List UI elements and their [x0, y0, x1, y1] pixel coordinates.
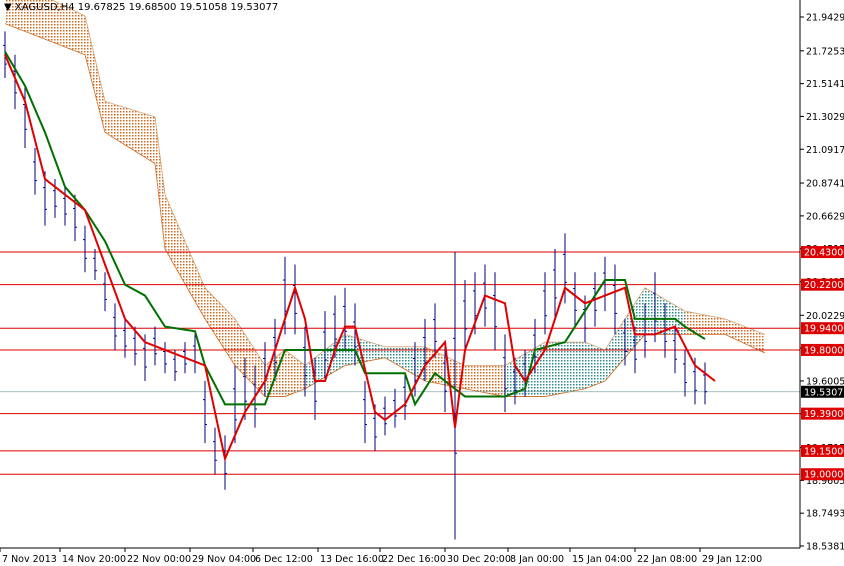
current-price-label: 19.53077 [804, 387, 844, 398]
time-tick-label: 6 Dec 12:00 [255, 554, 313, 565]
chart-title: ▼ XAGUSD,H4 19.67825 19.68500 19.51058 1… [4, 2, 278, 13]
price-tick-label: 21.51410 [806, 79, 844, 90]
symbol-label: XAGUSD,H4 [14, 2, 75, 13]
price-tick-label: 20.02290 [806, 311, 844, 322]
price-tick-label: 21.72530 [806, 46, 844, 57]
cloud-segment [725, 318, 765, 354]
ohlc-readout: 19.67825 19.68500 19.51058 19.53077 [77, 2, 279, 13]
time-tick-label: 13 Dec 16:00 [320, 554, 384, 565]
time-tick-label: 7 Nov 2013 [2, 554, 57, 565]
price-tick-label: 21.30290 [806, 112, 844, 123]
price-tick-label: 20.87410 [806, 179, 844, 190]
level-label: 19.94000 [804, 324, 844, 335]
cloud-segment [105, 101, 155, 164]
cloud-segment [165, 194, 205, 319]
time-axis[interactable]: 7 Nov 2013 14 Nov 20:00 22 Nov 00:00 29 Nov… [0, 548, 762, 565]
time-tick-label: 30 Dec 20:00 [447, 554, 511, 565]
level-label: 19.80000 [804, 345, 844, 356]
dropdown-triangle-icon[interactable]: ▼ [4, 2, 12, 13]
level-label: 20.22000 [804, 280, 844, 291]
ichimoku-cloud [4, 0, 766, 397]
level-label: 20.43000 [804, 248, 844, 259]
time-tick-label: 29 Jan 12:00 [702, 554, 762, 565]
time-tick-label: 14 Nov 20:00 [62, 554, 126, 565]
time-tick-label: 8 Jan 00:00 [510, 554, 564, 565]
level-label: 19.15000 [804, 446, 844, 457]
time-tick-label: 22 Nov 00:00 [127, 554, 191, 565]
time-tick-label: 22 Jan 08:00 [637, 554, 697, 565]
price-tick-label: 18.74930 [806, 509, 844, 520]
price-chart[interactable]: 21.94290 21.72530 21.51410 21.30290 21.09170… [0, 0, 844, 566]
level-label: 19.00000 [804, 470, 844, 481]
senkou-span-b [4, 23, 766, 397]
cloud-segment [85, 15, 105, 133]
price-tick-label: 20.66290 [806, 211, 844, 222]
price-tick-label: 21.09170 [806, 145, 844, 156]
cloud-segment [205, 287, 235, 366]
price-axis[interactable]: 21.94290 21.72530 21.51410 21.30290 21.09170… [800, 13, 844, 553]
price-tick-label: 21.94290 [806, 13, 844, 24]
time-tick-label: 15 Jan 04:00 [572, 554, 632, 565]
time-tick-label: 22 Dec 16:00 [382, 554, 446, 565]
cloud-segment [235, 318, 265, 397]
level-label: 19.39000 [804, 409, 844, 420]
time-tick-label: 29 Nov 04:00 [192, 554, 256, 565]
price-tick-label: 18.53810 [806, 542, 844, 553]
